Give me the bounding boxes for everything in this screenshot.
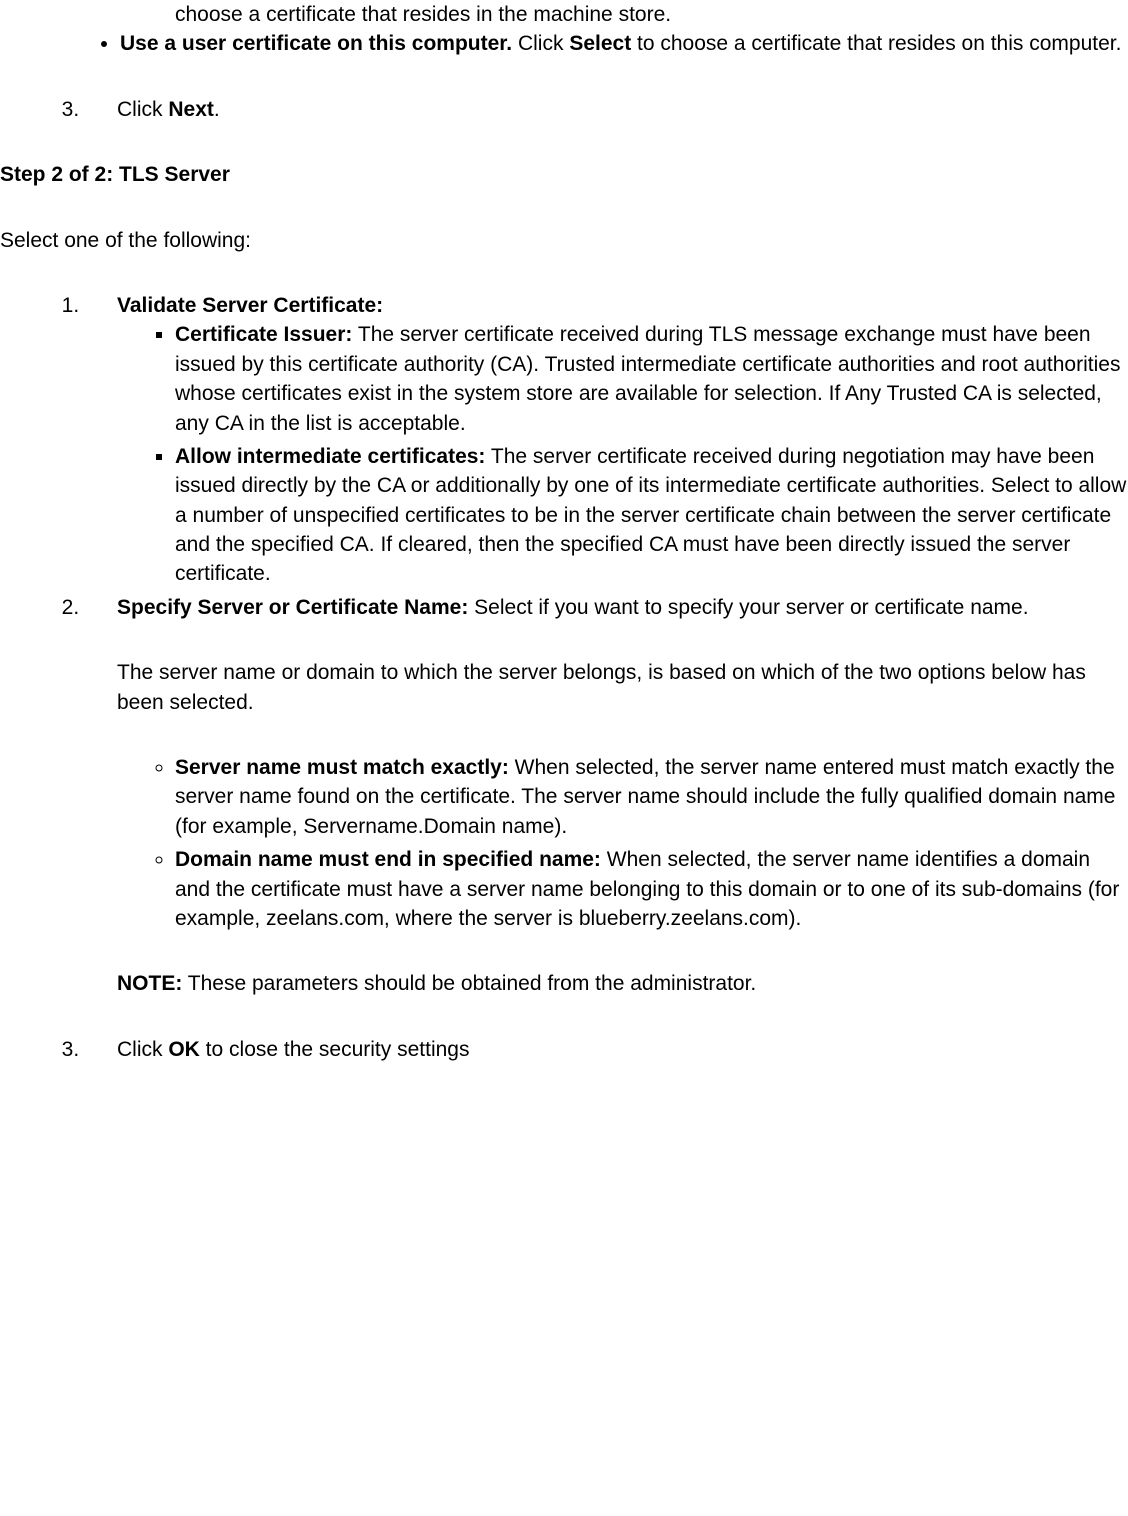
specify-server-text: Select if you want to specify your serve… <box>468 596 1028 619</box>
next-bold: Next <box>168 98 214 121</box>
click-ok-tail: to close the security settings <box>200 1038 470 1061</box>
note-label: NOTE: <box>117 972 182 995</box>
validate-server-item: Validate Server Certificate: Certificate… <box>85 291 1128 589</box>
domain-end-item: Domain name must end in specified name: … <box>175 845 1128 933</box>
allow-intermediate-item: Allow intermediate certificates: The ser… <box>175 442 1128 589</box>
user-cert-text1: Click <box>512 32 569 55</box>
document-content: choose a certificate that resides in the… <box>0 0 1128 1064</box>
cert-issuer-label: Certificate Issuer: <box>175 323 352 346</box>
top-bullet-list: Use a user certificate on this computer.… <box>0 29 1128 58</box>
click-text: Click <box>117 98 168 121</box>
specify-server-title: Specify Server or Certificate Name: <box>117 596 468 619</box>
note-block: NOTE: These parameters should be obtaine… <box>117 969 1128 998</box>
cert-issuer-item: Certificate Issuer: The server certifica… <box>175 320 1128 438</box>
click-ok-item: Click OK to close the security settings <box>85 1035 1128 1064</box>
specify-sublist: Server name must match exactly: When sel… <box>117 753 1128 933</box>
specify-server-item: Specify Server or Certificate Name: Sele… <box>85 593 1128 999</box>
top-step3-list: Click Next. <box>0 95 1128 124</box>
select-bold: Select <box>569 32 631 55</box>
top-continuation-line: choose a certificate that resides in the… <box>0 0 1128 29</box>
user-certificate-bullet: Use a user certificate on this computer.… <box>120 29 1128 58</box>
main-numbered-list: Validate Server Certificate: Certificate… <box>0 291 1128 1064</box>
allow-intermediate-label: Allow intermediate certificates: <box>175 445 485 468</box>
user-cert-label: Use a user certificate on this computer. <box>120 32 512 55</box>
match-exactly-label: Server name must match exactly: <box>175 756 509 779</box>
validate-sublist: Certificate Issuer: The server certifica… <box>117 320 1128 589</box>
note-text: These parameters should be obtained from… <box>182 972 756 995</box>
ok-bold: OK <box>168 1038 200 1061</box>
step2-heading: Step 2 of 2: TLS Server <box>0 160 1128 189</box>
validate-server-title: Validate Server Certificate: <box>117 294 383 317</box>
click-next-step: Click Next. <box>85 95 1128 124</box>
period: . <box>214 98 220 121</box>
domain-end-label: Domain name must end in specified name: <box>175 848 601 871</box>
user-cert-tail: to choose a certificate that resides on … <box>631 32 1121 55</box>
match-exactly-item: Server name must match exactly: When sel… <box>175 753 1128 841</box>
server-name-para: The server name or domain to which the s… <box>117 658 1128 717</box>
click-ok-text: Click <box>117 1038 168 1061</box>
intro-text: Select one of the following: <box>0 226 1128 255</box>
